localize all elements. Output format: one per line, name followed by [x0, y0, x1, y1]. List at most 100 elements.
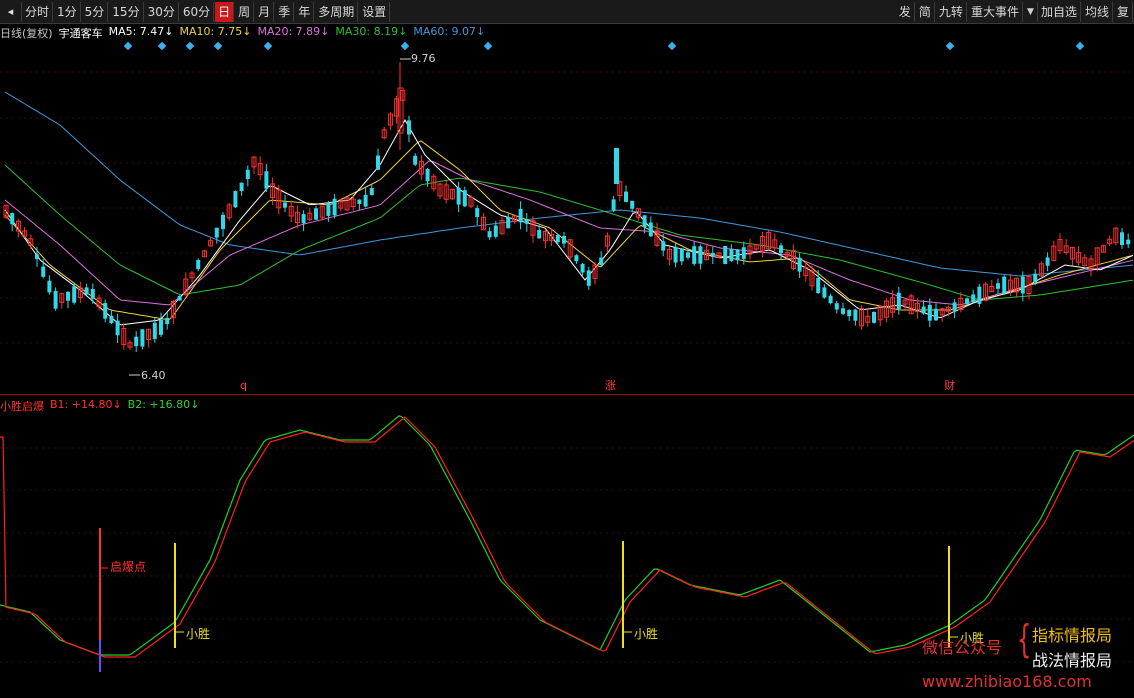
candle-body-down: [828, 295, 833, 304]
candle-body-down: [177, 296, 182, 301]
candle-body-down: [692, 246, 697, 264]
candle-body-down: [729, 249, 734, 261]
candle-body-down: [834, 303, 839, 310]
candle-body-down: [698, 246, 703, 264]
candle-body-down: [487, 231, 492, 238]
candle-body-down: [506, 217, 511, 229]
high-price-label: 9.76: [411, 52, 436, 65]
ma10-line: [4, 140, 1134, 321]
candle-body-down: [1045, 257, 1050, 266]
candle-body-down: [797, 257, 802, 272]
candle-body-down: [239, 182, 244, 191]
candle-body-down: [611, 199, 616, 211]
candle-body-down: [140, 329, 145, 347]
low-price-label: 6.40: [141, 369, 166, 382]
xiaosheng-label-2: 小胜: [634, 626, 658, 641]
grid-lines: [0, 71, 1134, 663]
candle-body-down: [630, 200, 635, 209]
candle-body-down: [841, 308, 845, 314]
candle-body-down: [952, 302, 957, 311]
event-marker-cai[interactable]: 财: [944, 378, 955, 392]
candle-body-down: [735, 249, 740, 261]
watermark-line1: 指标情报局: [1032, 626, 1113, 645]
candle-body-down: [661, 241, 666, 251]
event-marker-zhang[interactable]: 涨: [605, 379, 616, 392]
event-diamond-icon: [945, 41, 955, 51]
candle-body-down: [493, 225, 498, 237]
event-diamond-icon: [667, 41, 677, 51]
ma5-line: [4, 118, 1134, 326]
candle-body-down: [872, 312, 876, 323]
candle-body-down: [245, 169, 250, 180]
candle-body-down: [326, 202, 331, 216]
candle-body-down: [580, 263, 585, 273]
candle-body-down: [614, 148, 619, 184]
candle-body-down: [586, 270, 591, 286]
candle-body-down: [66, 291, 70, 301]
candle-body-down: [624, 191, 628, 202]
candle-body-down: [686, 252, 690, 258]
event-diamond-icon: [483, 41, 493, 51]
candle-body-down: [648, 222, 653, 237]
watermark-line2: 战法情报局: [1032, 651, 1113, 670]
event-diamond-icon: [157, 41, 167, 51]
candle-body-down: [103, 303, 108, 319]
candle-body-down: [1020, 276, 1025, 294]
candle-body-down: [407, 120, 411, 135]
event-diamond-icon: [213, 41, 223, 51]
candle-body-down: [165, 317, 170, 325]
candle-body-down: [723, 246, 728, 264]
candle-body-down: [109, 315, 114, 324]
candle-body-down: [363, 194, 368, 207]
ma30-line: [4, 164, 1134, 301]
candle-body-down: [816, 278, 821, 293]
candle-body-down: [413, 155, 418, 165]
candle-body-down: [853, 309, 858, 321]
candle-body-down: [971, 294, 976, 303]
candle-body-down: [921, 306, 926, 314]
candle-body-down: [301, 214, 306, 224]
candle-body-down: [214, 227, 219, 238]
watermark-url: www.zhibiao168.com: [922, 672, 1092, 691]
candle-body-down: [537, 230, 542, 239]
event-diamond-icon: [123, 41, 133, 51]
candle-body-down: [934, 308, 938, 321]
candle-body-down: [1120, 232, 1124, 245]
event-diamond-icon: [400, 41, 410, 51]
event-marker-q[interactable]: q: [240, 379, 247, 392]
candle-body-down: [314, 208, 318, 220]
candle-body-down: [47, 280, 52, 293]
event-diamond-icon: [1075, 41, 1085, 51]
candle-body-down: [41, 266, 46, 277]
candle-body-down: [134, 336, 139, 347]
ma20-line: [4, 160, 1134, 306]
candle-body-down: [673, 247, 678, 263]
candle-body-down: [53, 290, 58, 309]
candle-body-down: [710, 252, 715, 258]
candle-body-down: [283, 202, 287, 208]
event-markers: [123, 41, 1085, 376]
candle-body-down: [84, 287, 89, 295]
candle-body-down: [847, 309, 852, 317]
candle-body-down: [462, 190, 467, 207]
candle-body-down: [369, 188, 374, 196]
candlesticks: [3, 62, 1131, 353]
candle-body-down: [456, 187, 461, 205]
candle-body-down: [524, 219, 529, 224]
candle-body-down: [927, 304, 932, 321]
candle-body-down: [264, 171, 269, 189]
event-diamond-icon: [185, 41, 195, 51]
candle-body-down: [779, 245, 783, 253]
b1-line: [0, 416, 1134, 658]
candle-body-down: [1033, 273, 1038, 283]
kline-chart[interactable]: 9.76 6.40 q 涨 财 启爆点 小胜 小胜 小胜: [0, 0, 1134, 698]
candle-body-down: [679, 248, 684, 262]
candle-body-down: [196, 260, 201, 269]
candle-body-down: [574, 255, 579, 262]
b2-line: [0, 415, 1134, 656]
candle-body-down: [1126, 239, 1131, 245]
candle-body-down: [10, 213, 15, 225]
candle-body-down: [332, 198, 337, 216]
candle-body-down: [896, 292, 901, 309]
event-diamond-icon: [263, 41, 273, 51]
